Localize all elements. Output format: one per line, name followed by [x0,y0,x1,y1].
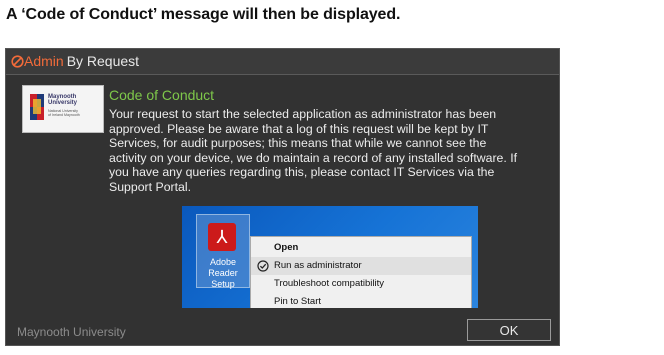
dialog-title: Code of Conduct [109,87,215,103]
menu-item-troubleshoot: Troubleshoot compatibility [274,278,385,289]
page-heading: A ‘Code of Conduct’ message will then be… [6,6,401,23]
adobe-pdf-icon: ⅄ [208,223,236,251]
menu-item-pin-to-start: Pin to Start [274,296,321,307]
dialog-titlebar: Admin By Request [6,49,559,75]
app-brand: Admin By Request [11,53,139,69]
admin-by-request-logo-icon [11,55,24,68]
dialog-message: Your request to start the selected appli… [109,107,518,194]
code-of-conduct-dialog: Admin By Request Maynooth University Nati… [5,48,560,346]
menu-item-run-as-administrator: Run as administrator [251,257,471,275]
shield-check-icon [257,260,269,272]
university-crest-icon [30,94,44,120]
footer-organization: Maynooth University [17,325,126,339]
embedded-context-menu-screenshot: ⅄ Adobe Reader Setup Open Run as adminis… [182,206,478,308]
brand-admin-text: Admin [24,53,64,69]
maynooth-university-logo: Maynooth University National University … [22,85,104,133]
logo-subtitle: National University of Ireland Maynooth [48,109,80,117]
logo-university-name: Maynooth University [48,94,78,106]
menu-item-open: Open [274,242,299,253]
context-menu: Open Run as administrator Troubleshoot c… [250,236,472,308]
desktop-app-icon: ⅄ Adobe Reader Setup [196,214,250,289]
brand-by-request-text: By Request [66,53,140,69]
desktop-app-label: Adobe Reader Setup [208,257,238,289]
ok-button[interactable]: OK [467,319,551,341]
